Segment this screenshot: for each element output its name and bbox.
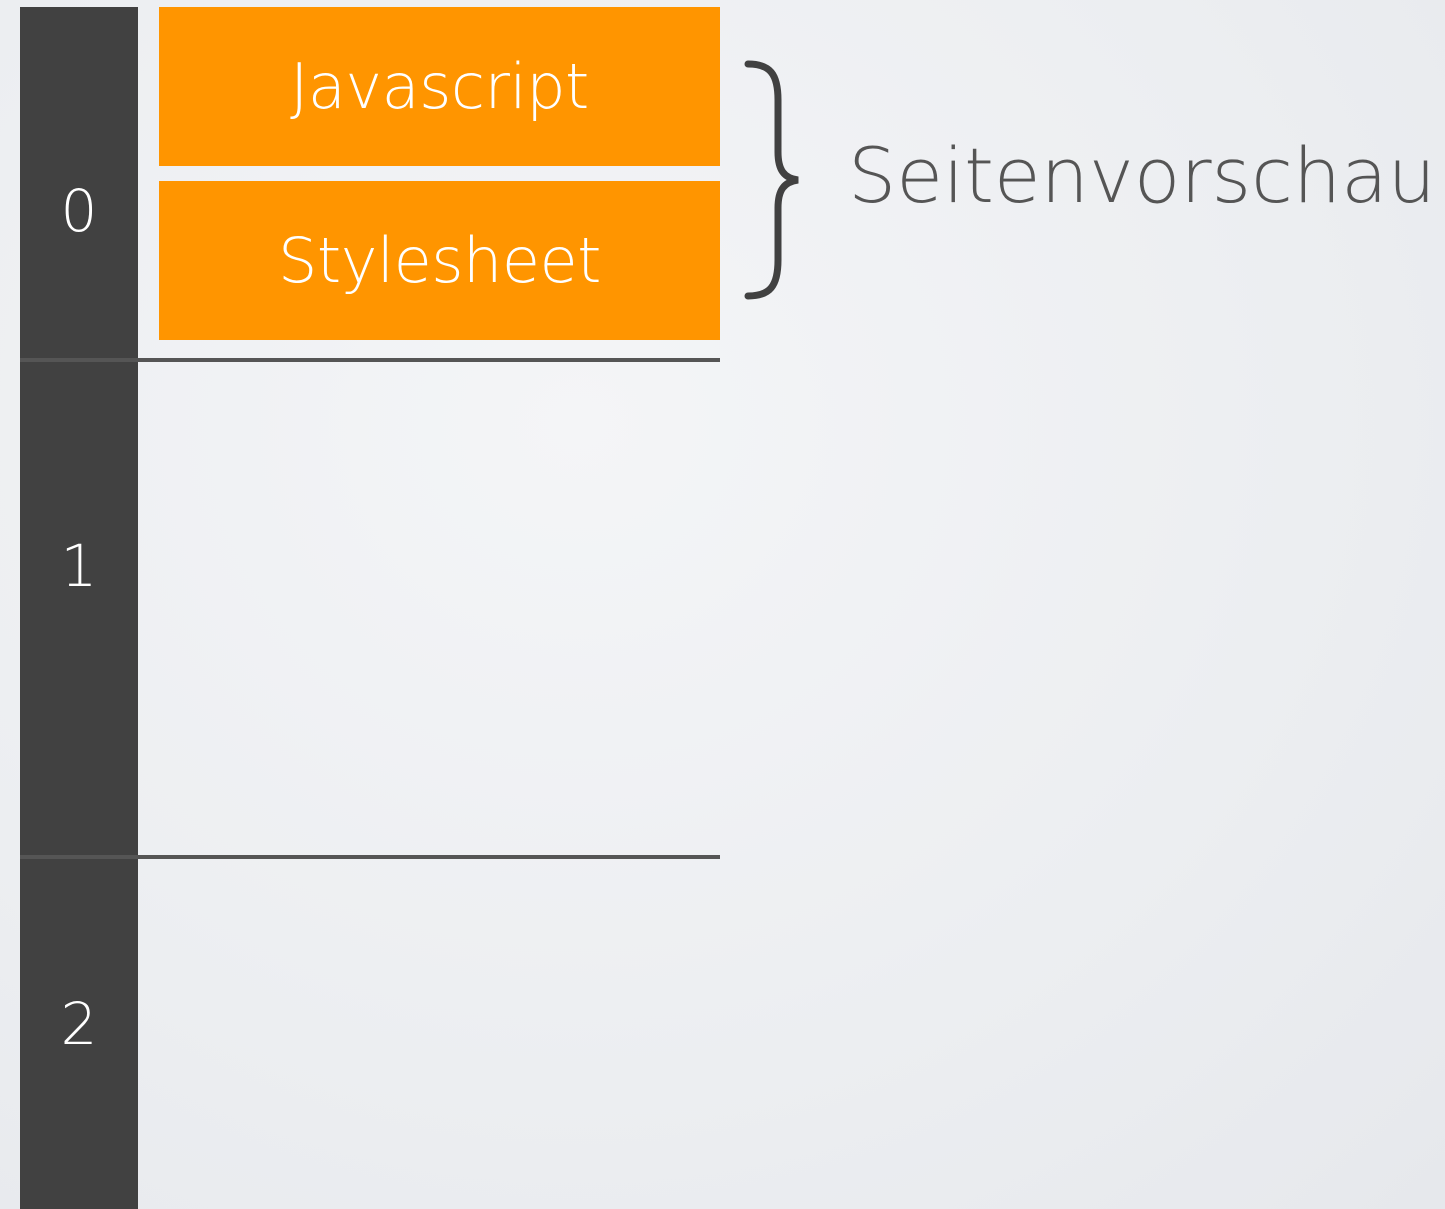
tick-label-2: 2 <box>60 990 98 1058</box>
group-label: Seitenvorschau <box>848 131 1436 220</box>
divider-line-2 <box>20 855 720 859</box>
tick-label-1: 1 <box>60 532 98 600</box>
tick-label-0: 0 <box>60 177 98 245</box>
javascript-block-label: Javascript <box>290 50 589 123</box>
divider-line-1 <box>20 358 720 362</box>
timeline-bar: 0 1 2 <box>20 7 138 1209</box>
stylesheet-block: Stylesheet <box>159 181 720 340</box>
stylesheet-block-label: Stylesheet <box>278 224 601 297</box>
curly-brace-icon <box>744 60 799 300</box>
javascript-block: Javascript <box>159 7 720 166</box>
